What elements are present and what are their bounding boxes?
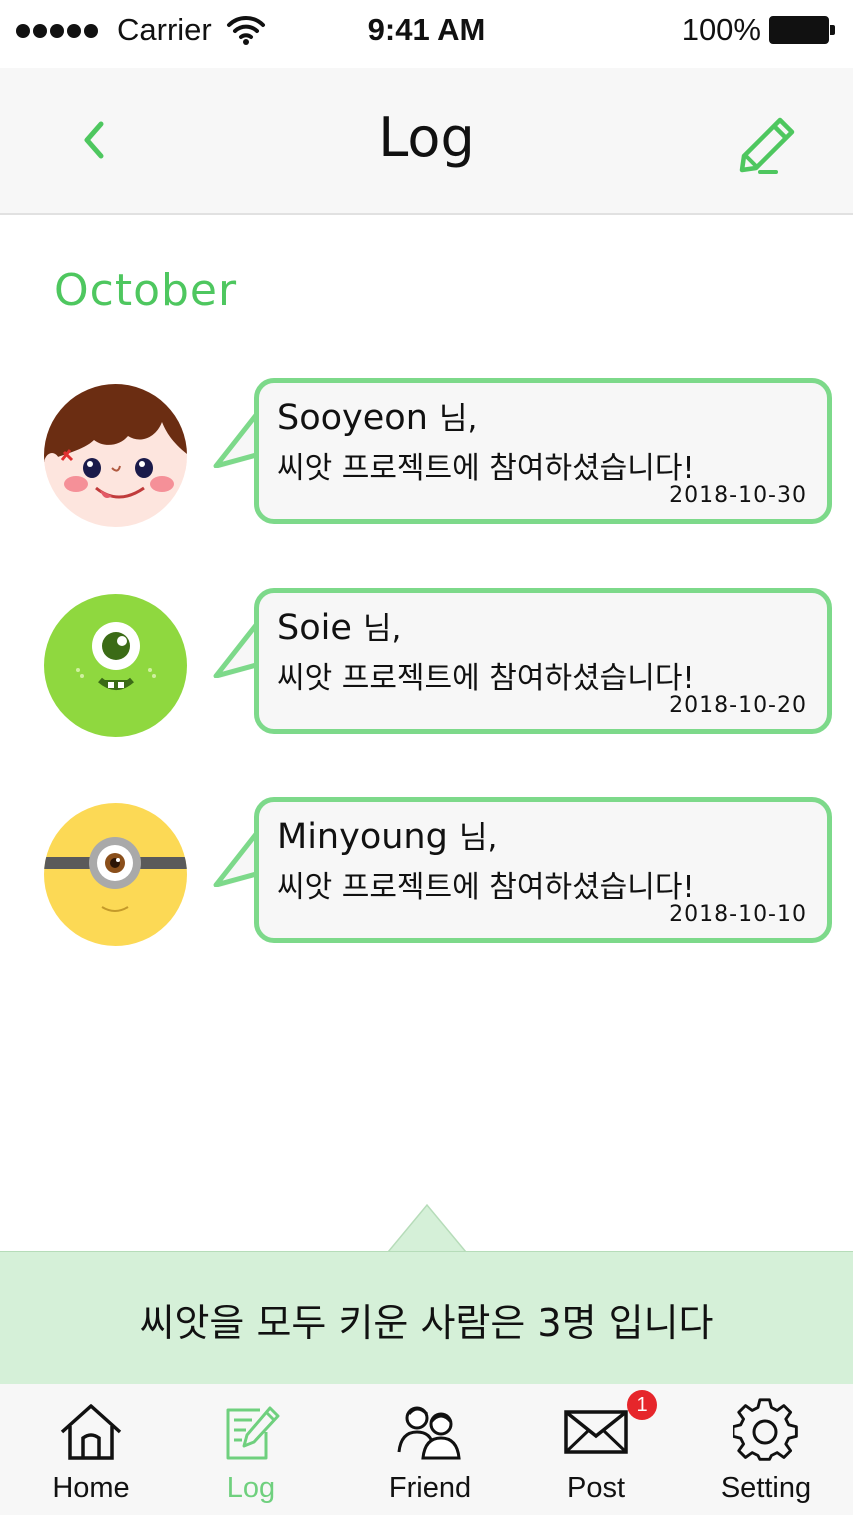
- chevron-left-icon: [84, 121, 104, 159]
- tab-bar: Home Log Friend Post Setting: [0, 1384, 853, 1515]
- participant-name: Minyoung: [277, 817, 448, 857]
- log-message: 씨앗 프로젝트에 참여하셨습니다!: [277, 661, 695, 696]
- friends-icon: [397, 1406, 461, 1460]
- log-item: Sooyeon 님, 씨앗 프로젝트에 참여하셨습니다! 2018-10-30: [0, 378, 853, 528]
- log-bubble: Minyoung 님, 씨앗 프로젝트에 참여하셨습니다! 2018-10-10: [254, 797, 832, 943]
- green-monster-icon: [44, 594, 187, 737]
- tab-home[interactable]: Home: [20, 1384, 162, 1515]
- clock-time: 9:41 AM: [367, 12, 486, 47]
- edit-button[interactable]: [732, 112, 802, 178]
- log-bubble: Sooyeon 님, 씨앗 프로젝트에 참여하셨습니다! 2018-10-30: [254, 378, 832, 524]
- log-date: 2018-10-20: [669, 693, 807, 718]
- log-date: 2018-10-10: [669, 902, 807, 927]
- girl-face-icon: [44, 384, 187, 527]
- tab-friend[interactable]: Friend: [358, 1384, 502, 1515]
- name-suffix: 님,: [363, 611, 402, 647]
- log-item: Soie 님, 씨앗 프로젝트에 참여하셨습니다! 2018-10-20: [0, 588, 853, 738]
- tab-label: Post: [566, 1472, 626, 1504]
- log-message: 씨앗 프로젝트에 참여하셨습니다!: [277, 451, 695, 486]
- envelope-icon: [564, 1410, 628, 1454]
- banner-notch: [388, 1203, 466, 1253]
- log-icon: [226, 1406, 280, 1460]
- summary-text: 씨앗을 모두 키운 사람은 3명 입니다: [139, 1301, 714, 1345]
- log-bubble: Soie 님, 씨앗 프로젝트에 참여하셨습니다! 2018-10-20: [254, 588, 832, 734]
- notification-badge: 1: [627, 1390, 657, 1420]
- minion-icon: [44, 803, 187, 946]
- signal-strength-icon: [16, 24, 98, 38]
- tab-label: Log: [226, 1472, 276, 1504]
- gear-icon: [733, 1398, 798, 1461]
- pencil-icon: [739, 117, 795, 174]
- back-button[interactable]: [66, 112, 122, 168]
- battery-icon: [769, 16, 835, 44]
- carrier-label: Carrier: [117, 12, 212, 47]
- log-message: 씨앗 프로젝트에 참여하셨습니다!: [277, 870, 695, 905]
- tab-label: Home: [52, 1472, 130, 1504]
- home-icon: [60, 1404, 122, 1460]
- status-bar: Carrier 9:41 AM 100%: [0, 0, 853, 68]
- summary-banner: 씨앗을 모두 키운 사람은 3명 입니다: [0, 1251, 853, 1384]
- tab-label: Friend: [388, 1472, 472, 1504]
- name-suffix: 님,: [458, 820, 498, 856]
- navigation-bar: Log: [0, 68, 853, 215]
- log-item: Minyoung 님, 씨앗 프로젝트에 참여하셨습니다! 2018-10-10: [0, 797, 853, 947]
- month-heading: October: [54, 265, 238, 316]
- page-title: Log: [378, 106, 475, 169]
- battery-percent: 100%: [681, 12, 761, 47]
- tab-setting[interactable]: Setting: [694, 1384, 838, 1515]
- tab-label: Setting: [720, 1472, 812, 1504]
- participant-name: Sooyeon: [277, 398, 428, 438]
- participant-name: Soie: [277, 608, 352, 648]
- name-suffix: 님,: [439, 401, 478, 437]
- log-date: 2018-10-30: [669, 483, 807, 508]
- wifi-icon: [226, 14, 266, 50]
- tab-log[interactable]: Log: [180, 1384, 322, 1515]
